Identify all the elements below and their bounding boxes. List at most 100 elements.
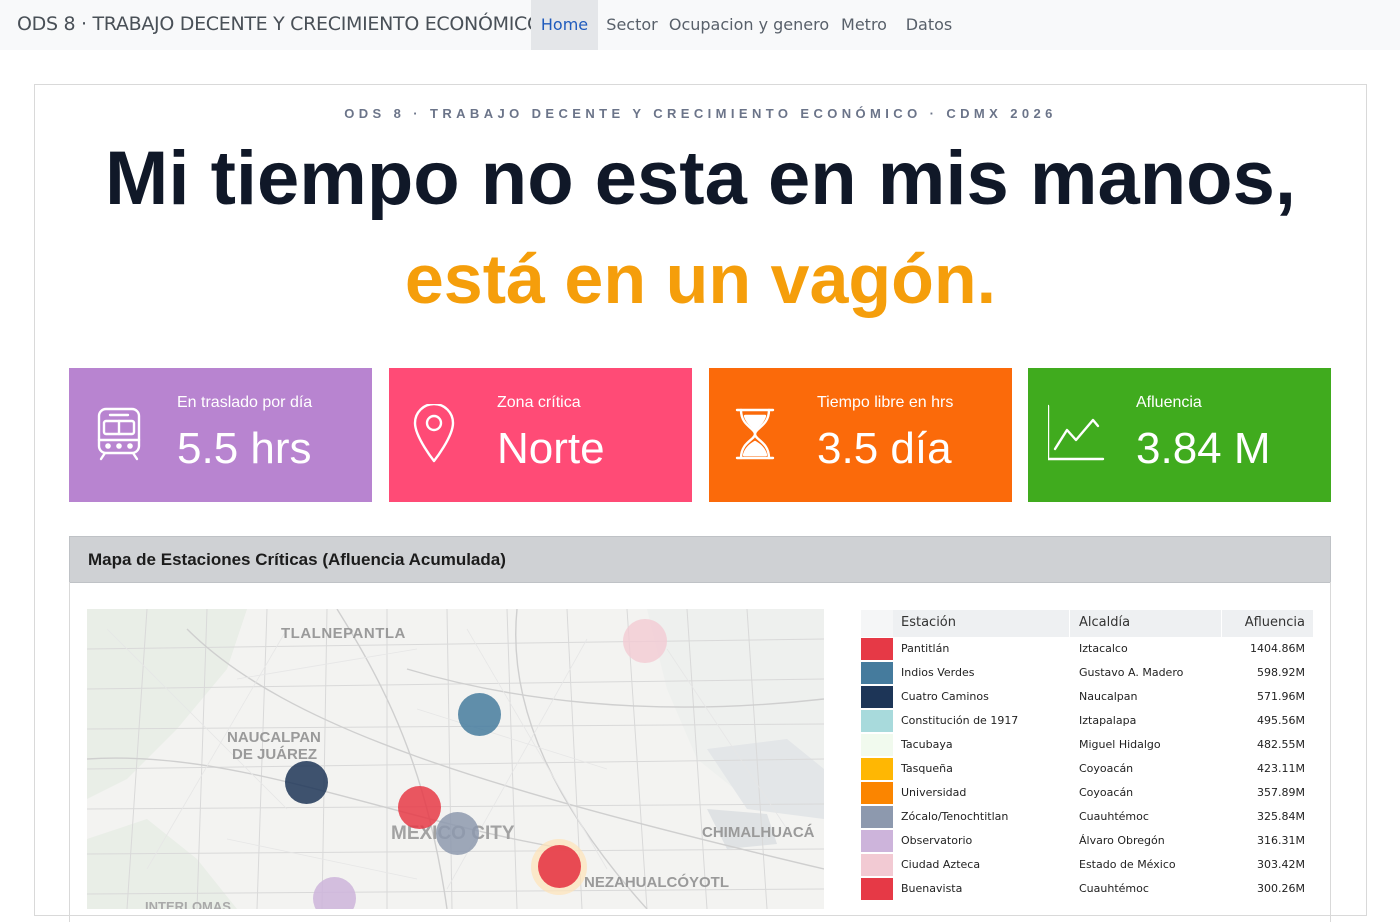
hero-headline-line2: está en un vagón. <box>404 240 997 318</box>
cell-afluencia: 598.92M <box>1257 666 1305 679</box>
nav-datos[interactable]: Datos <box>896 0 962 50</box>
map-label-tlalnepantla: TLALNEPANTLA <box>281 625 406 642</box>
map-label-chimalhuacan: CHIMALHUACÁ <box>702 824 815 841</box>
cell-estacion: Observatorio <box>901 834 973 847</box>
kpi-tiempo-libre-value: 3.5 día <box>817 424 952 473</box>
cell-afluencia: 423.11M <box>1257 762 1305 775</box>
kpi-zona-critica: Zona crítica Norte <box>389 368 692 502</box>
table-header-afluencia[interactable]: Afluencia <box>1245 615 1305 630</box>
cell-alcaldia: Miguel Hidalgo <box>1079 738 1161 751</box>
row-color-swatch <box>861 878 893 900</box>
cell-alcaldia: Iztapalapa <box>1079 714 1137 727</box>
kpi-afluencia-value: 3.84 M <box>1136 424 1271 473</box>
kpi-afluencia: Afluencia 3.84 M <box>1028 368 1331 502</box>
cell-alcaldia: Coyoacán <box>1079 762 1134 775</box>
navbar-brand[interactable]: ODS 8 · TRABAJO DECENTE Y CRECIMIENTO EC… <box>17 13 542 35</box>
table-header-swatch <box>861 610 893 637</box>
cell-estacion: Constitución de 1917 <box>901 714 1019 727</box>
map-pin-icon <box>409 402 469 464</box>
cell-afluencia: 495.56M <box>1257 714 1305 727</box>
table-row[interactable]: Zócalo/Tenochtitlan Cuauhtémoc 325.84M <box>861 805 1313 829</box>
table-row[interactable]: Buenavista Cuauhtémoc 300.26M <box>861 877 1313 901</box>
table-header-divider <box>1221 610 1222 637</box>
row-color-swatch <box>861 782 893 804</box>
cell-alcaldia: Estado de México <box>1079 858 1176 871</box>
table-row[interactable]: Ciudad Azteca Estado de México 303.42M <box>861 853 1313 877</box>
cell-afluencia: 303.42M <box>1257 858 1305 871</box>
table-row[interactable]: Observatorio Álvaro Obregón 316.31M <box>861 829 1313 853</box>
line-chart-icon <box>1046 404 1108 464</box>
kpi-afluencia-label: Afluencia <box>1136 394 1202 411</box>
map-label-interlomas: INTERLOMAS <box>145 899 231 909</box>
cell-afluencia: 1404.86M <box>1250 642 1305 655</box>
cell-estacion: Cuatro Caminos <box>901 690 989 703</box>
station-marker-zocalo[interactable] <box>436 812 479 855</box>
map-panel-header: Mapa de Estaciones Críticas (Afluencia A… <box>69 536 1331 583</box>
cell-estacion: Ciudad Azteca <box>901 858 981 871</box>
cell-alcaldia: Iztacalco <box>1079 642 1128 655</box>
cell-afluencia: 325.84M <box>1257 810 1305 823</box>
kpi-traslado: En traslado por día 5.5 hrs <box>69 368 372 502</box>
table-row[interactable]: Universidad Coyoacán 357.89M <box>861 781 1313 805</box>
table-row[interactable]: Constitución de 1917 Iztapalapa 495.56M <box>861 709 1313 733</box>
hourglass-icon <box>729 404 789 464</box>
station-marker-pantitlan-core[interactable] <box>538 845 581 888</box>
row-color-swatch <box>861 806 893 828</box>
row-color-swatch <box>861 710 893 732</box>
station-marker-indios-verdes[interactable] <box>458 693 501 736</box>
hero-kicker: ODS 8 · TRABAJO DECENTE Y CRECIMIENTO EC… <box>344 106 1057 121</box>
kpi-traslado-value: 5.5 hrs <box>177 424 312 473</box>
cell-estacion: Universidad <box>901 786 967 799</box>
hero-headline-line1: Mi tiempo no esta en mis manos, <box>105 136 1296 221</box>
cell-estacion: Tasqueña <box>901 762 953 775</box>
stations-table: Estación Alcaldía Afluencia Pantitlán Izt… <box>861 610 1313 901</box>
main-card: ODS 8 · TRABAJO DECENTE Y CRECIMIENTO EC… <box>34 84 1367 922</box>
nav-sector[interactable]: Sector <box>598 0 666 50</box>
table-row[interactable]: Tacubaya Miguel Hidalgo 482.55M <box>861 733 1313 757</box>
row-color-swatch <box>861 638 893 660</box>
kpi-zona-critica-value: Norte <box>497 424 605 473</box>
cell-alcaldia: Álvaro Obregón <box>1079 834 1165 847</box>
row-color-swatch <box>861 758 893 780</box>
cell-afluencia: 571.96M <box>1257 690 1305 703</box>
cell-alcaldia: Gustavo A. Madero <box>1079 666 1184 679</box>
table-body: Pantitlán Iztacalco 1404.86M Indios Verdes G… <box>861 637 1313 901</box>
kpi-zona-critica-label: Zona crítica <box>497 394 581 411</box>
row-color-swatch <box>861 686 893 708</box>
cell-alcaldia: Cuauhtémoc <box>1079 882 1149 895</box>
nav-ocupacion-genero[interactable]: Ocupacion y genero <box>666 0 832 50</box>
row-color-swatch <box>861 662 893 684</box>
cell-afluencia: 357.89M <box>1257 786 1305 799</box>
stations-map[interactable]: TLALNEPANTLA NAUCALPAN DE JUÁREZ MEXICO … <box>87 609 824 909</box>
cell-estacion: Indios Verdes <box>901 666 975 679</box>
table-row[interactable]: Pantitlán Iztacalco 1404.86M <box>861 637 1313 661</box>
cell-afluencia: 316.31M <box>1257 834 1305 847</box>
row-color-swatch <box>861 830 893 852</box>
kpi-traslado-label: En traslado por día <box>177 394 313 411</box>
station-marker-buenavista[interactable] <box>398 786 441 829</box>
table-row[interactable]: Tasqueña Coyoacán 423.11M <box>861 757 1313 781</box>
top-navbar: ODS 8 · TRABAJO DECENTE Y CRECIMIENTO EC… <box>0 0 1400 50</box>
cell-estacion: Zócalo/Tenochtitlan <box>901 810 1009 823</box>
map-panel-title: Mapa de Estaciones Críticas (Afluencia A… <box>88 550 506 569</box>
cell-estacion: Tacubaya <box>901 738 953 751</box>
map-basemap <box>87 609 824 909</box>
map-label-nezahualcoyotl: NEZAHUALCÓYOTL <box>584 874 729 891</box>
table-row[interactable]: Cuatro Caminos Naucalpan 571.96M <box>861 685 1313 709</box>
table-header: Estación Alcaldía Afluencia <box>861 610 1313 637</box>
nav-home[interactable]: Home <box>531 0 598 50</box>
cell-alcaldia: Coyoacán <box>1079 786 1134 799</box>
nav-metro[interactable]: Metro <box>832 0 896 50</box>
table-header-alcaldia[interactable]: Alcaldía <box>1079 615 1130 630</box>
station-marker-cuatro-caminos[interactable] <box>285 761 328 804</box>
table-header-divider <box>1069 610 1070 637</box>
kpi-tiempo-libre-label: Tiempo libre en hrs <box>817 394 954 411</box>
table-row[interactable]: Indios Verdes Gustavo A. Madero 598.92M <box>861 661 1313 685</box>
cell-alcaldia: Naucalpan <box>1079 690 1138 703</box>
table-header-estacion[interactable]: Estación <box>901 615 956 630</box>
station-marker-ciudad-azteca[interactable] <box>623 619 667 663</box>
cell-afluencia: 482.55M <box>1257 738 1305 751</box>
train-icon <box>89 404 149 464</box>
row-color-swatch <box>861 854 893 876</box>
kpi-tiempo-libre: Tiempo libre en hrs 3.5 día <box>709 368 1012 502</box>
